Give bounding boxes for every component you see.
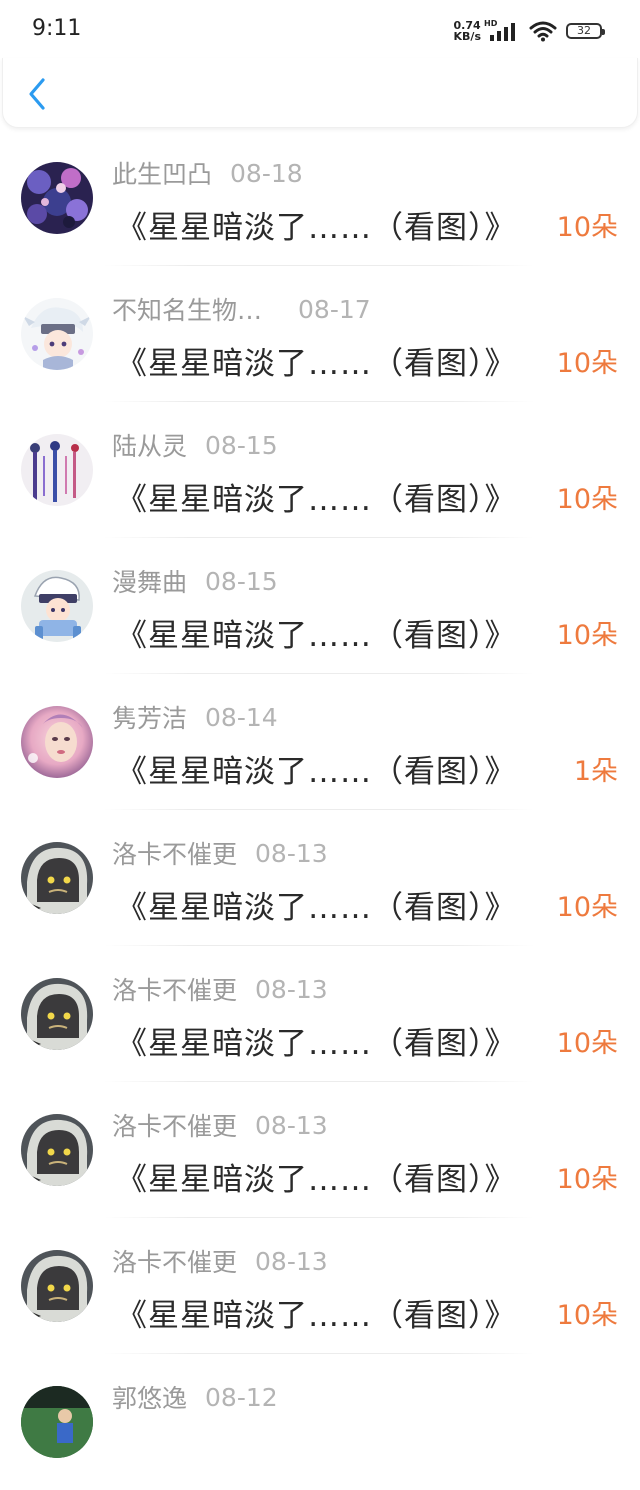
post-date: 08-15	[205, 430, 278, 460]
post-date: 08-12	[205, 1382, 278, 1412]
post-title[interactable]: 《星星暗淡了……（看图）》	[116, 1154, 517, 1199]
avatar[interactable]	[21, 1250, 93, 1322]
list-item[interactable]: 不知名生物… 08-17 《星星暗淡了……（看图）》 10朵	[0, 266, 640, 402]
flower-count: 1朵	[573, 756, 618, 787]
post-title[interactable]: 《星星暗淡了……（看图）》	[116, 1018, 517, 1063]
flower-count: 10朵	[556, 1164, 618, 1195]
flower-count: 10朵	[556, 348, 618, 379]
user-name[interactable]: 洛卡不催更	[112, 1107, 237, 1143]
name-line: 陆从灵 08-15	[112, 428, 278, 462]
user-name[interactable]: 洛卡不催更	[112, 835, 237, 871]
avatar[interactable]	[21, 298, 93, 370]
user-name[interactable]: 不知名生物…	[112, 291, 262, 327]
user-name[interactable]: 漫舞曲	[112, 563, 187, 599]
chevron-left-icon	[29, 78, 45, 110]
post-date: 08-13	[255, 974, 328, 1004]
post-date: 08-17	[298, 294, 371, 324]
avatar[interactable]	[21, 978, 93, 1050]
gift-record-list: 此生凹凸 08-18 《星星暗淡了……（看图）》 10朵 不知名生物… 08-1…	[0, 130, 640, 1490]
user-name[interactable]: 隽芳洁	[112, 699, 187, 735]
post-title[interactable]: 《星星暗淡了……（看图）》	[116, 746, 517, 791]
post-title[interactable]: 《星星暗淡了……（看图）》	[116, 1290, 517, 1335]
header-bar	[2, 58, 638, 128]
name-line: 洛卡不催更 08-13	[112, 972, 328, 1006]
flower-count: 10朵	[556, 892, 618, 923]
user-name[interactable]: 陆从灵	[112, 427, 187, 463]
network-speed-unit: KB/s	[453, 30, 481, 43]
wifi-icon	[529, 21, 557, 42]
post-date: 08-13	[255, 1110, 328, 1140]
network-type-label: HD	[484, 19, 498, 28]
avatar[interactable]	[21, 570, 93, 642]
avatar[interactable]	[21, 1386, 93, 1458]
post-title[interactable]: 《星星暗淡了……（看图）》	[116, 202, 517, 247]
status-time: 9:11	[32, 16, 82, 41]
post-title[interactable]: 《星星暗淡了……（看图）》	[116, 474, 517, 519]
list-item[interactable]: 洛卡不催更 08-13 《星星暗淡了……（看图）》 10朵	[0, 1082, 640, 1218]
list-item[interactable]: 隽芳洁 08-14 《星星暗淡了……（看图）》 1朵	[0, 674, 640, 810]
post-date: 08-18	[230, 158, 303, 188]
avatar[interactable]	[21, 706, 93, 778]
list-item[interactable]: 陆从灵 08-15 《星星暗淡了……（看图）》 10朵	[0, 402, 640, 538]
back-button[interactable]	[21, 74, 53, 114]
avatar[interactable]	[21, 162, 93, 234]
status-bar: 9:11 0.74 KB/s 32 HD	[0, 0, 640, 60]
flower-count: 10朵	[556, 1300, 618, 1331]
avatar[interactable]	[21, 434, 93, 506]
post-title[interactable]: 《星星暗淡了……（看图）》	[116, 882, 517, 927]
list-item[interactable]: 洛卡不催更 08-13 《星星暗淡了……（看图）》 10朵	[0, 810, 640, 946]
post-date: 08-14	[205, 702, 278, 732]
flower-count: 10朵	[556, 1028, 618, 1059]
user-name[interactable]: 郭悠逸	[112, 1379, 187, 1415]
name-line: 郭悠逸 08-12	[112, 1380, 278, 1414]
user-name[interactable]: 此生凹凸	[112, 155, 212, 191]
avatar[interactable]	[21, 842, 93, 914]
list-item[interactable]: 漫舞曲 08-15 《星星暗淡了……（看图）》 10朵	[0, 538, 640, 674]
post-date: 08-15	[205, 566, 278, 596]
name-line: 此生凹凸 08-18	[112, 156, 303, 190]
name-line: 不知名生物… 08-17	[112, 292, 371, 326]
name-line: 洛卡不催更 08-13	[112, 1244, 328, 1278]
name-line: 隽芳洁 08-14	[112, 700, 278, 734]
name-line: 洛卡不催更 08-13	[112, 1108, 328, 1142]
name-line: 洛卡不催更 08-13	[112, 836, 328, 870]
flower-count: 10朵	[556, 484, 618, 515]
flower-count: 10朵	[556, 212, 618, 243]
user-name[interactable]: 洛卡不催更	[112, 1243, 237, 1279]
list-item[interactable]: 郭悠逸 08-12	[0, 1354, 640, 1490]
name-line: 漫舞曲 08-15	[112, 564, 278, 598]
flower-count: 10朵	[556, 620, 618, 651]
post-title[interactable]: 《星星暗淡了……（看图）》	[116, 610, 517, 655]
status-icons: 0.74 KB/s 32	[454, 18, 605, 44]
battery-level: 32	[577, 24, 591, 37]
list-item[interactable]: 此生凹凸 08-18 《星星暗淡了……（看图）》 10朵	[0, 130, 640, 266]
network-speed: 0.74 KB/s	[454, 20, 481, 42]
post-title[interactable]: 《星星暗淡了……（看图）》	[116, 338, 517, 383]
post-date: 08-13	[255, 838, 328, 868]
list-item[interactable]: 洛卡不催更 08-13 《星星暗淡了……（看图）》 10朵	[0, 946, 640, 1082]
user-name[interactable]: 洛卡不催更	[112, 971, 237, 1007]
list-item[interactable]: 洛卡不催更 08-13 《星星暗淡了……（看图）》 10朵	[0, 1218, 640, 1354]
post-date: 08-13	[255, 1246, 328, 1276]
avatar[interactable]	[21, 1114, 93, 1186]
battery-icon: 32	[566, 23, 605, 39]
